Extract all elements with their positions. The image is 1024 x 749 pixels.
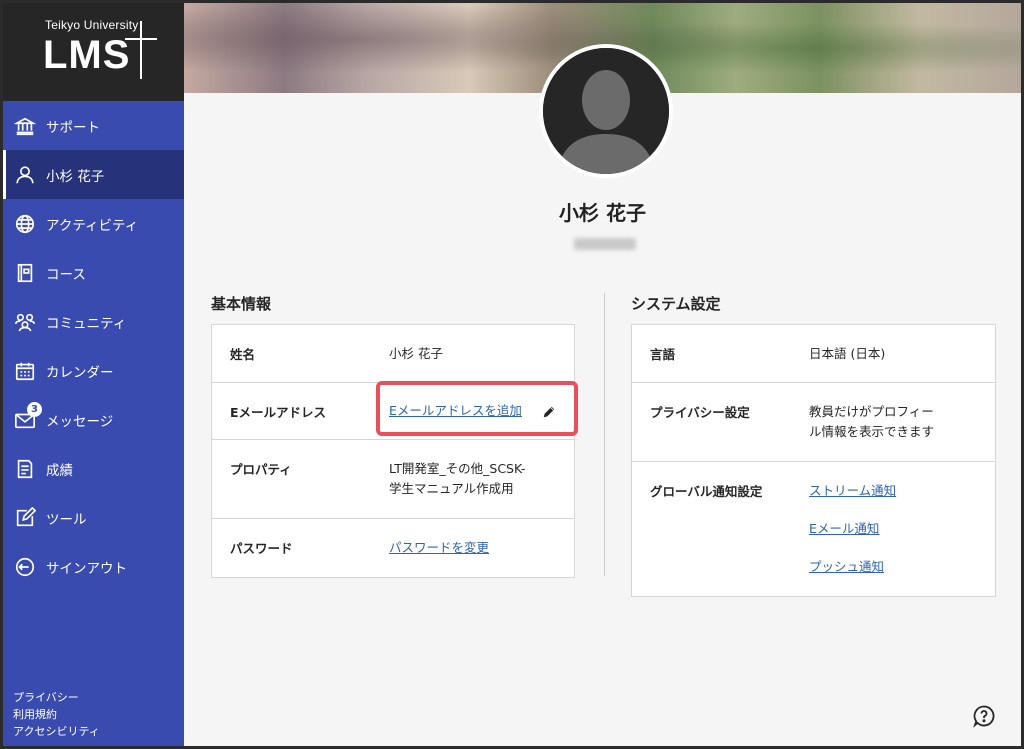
sidebar-item-label: サインアウト — [46, 560, 127, 577]
notifications-label: グローバル通知設定 — [650, 484, 763, 499]
sidebar: Teikyo University LMS サポート 小杉 花子 アクティビティ… — [3, 3, 184, 746]
email-highlight-box — [376, 381, 578, 436]
password-row: パスワード パスワードを変更 — [212, 519, 574, 576]
password-label: パスワード — [230, 541, 293, 556]
sidebar-item-label: メッセージ — [46, 413, 114, 430]
signout-icon — [13, 555, 37, 579]
change-password-link[interactable]: パスワードを変更 — [389, 538, 556, 558]
sidebar-item-label: アクティビティ — [46, 217, 139, 234]
system-settings-heading: システム設定 — [631, 295, 721, 313]
sidebar-item-tools[interactable]: ツール — [3, 493, 184, 542]
basic-info-card: 姓名 小杉 花子 Eメールアドレス Eメールアドレスを追加 プロパティ LT開発… — [211, 324, 575, 578]
avatar[interactable] — [543, 48, 669, 174]
product-name: LMS — [43, 33, 131, 77]
sidebar-item-profile[interactable]: 小杉 花子 — [3, 150, 184, 199]
avatar-frame — [539, 44, 673, 178]
privacy-value-line1: 教員だけがプロフィー — [809, 404, 934, 419]
grades-icon — [13, 457, 37, 481]
username-redacted — [574, 238, 636, 250]
globe-icon — [13, 212, 37, 236]
sidebar-item-courses[interactable]: コース — [3, 248, 184, 297]
sidebar-item-grades[interactable]: 成績 — [3, 444, 184, 493]
sidebar-item-label: ツール — [46, 511, 87, 528]
sidebar-item-activity[interactable]: アクティビティ — [3, 199, 184, 248]
bank-icon — [13, 114, 37, 138]
name-label: 姓名 — [230, 347, 256, 362]
profile-page: 小杉 花子 基本情報 姓名 小杉 花子 Eメールアドレス Eメールアドレスを追加… — [184, 3, 1021, 746]
language-label: 言語 — [650, 347, 676, 362]
privacy-link[interactable]: プライバシー — [13, 689, 100, 706]
email-label: Eメールアドレス — [230, 404, 327, 420]
email-notification-link[interactable]: Eメール通知 — [809, 519, 977, 539]
profile-name: 小杉 花子 — [559, 201, 646, 225]
sidebar-footer: プライバシー 利用規約 アクセシビリティ — [13, 689, 100, 740]
terms-link[interactable]: 利用規約 — [13, 706, 100, 723]
property-value-line1: LT開発室_その他_SCSK- — [389, 461, 526, 476]
sidebar-nav: サポート 小杉 花子 アクティビティ コース コミュニティ カレンダー 3 メッ… — [3, 101, 184, 591]
system-settings-card: 言語 日本語 (日本) プライバシー設定 教員だけがプロフィー ル情報を表示でき… — [631, 324, 996, 597]
name-row: 姓名 小杉 花子 — [212, 325, 574, 383]
help-icon[interactable] — [972, 704, 996, 728]
sidebar-item-label: 小杉 花子 — [46, 168, 105, 185]
privacy-label: プライバシー設定 — [650, 405, 750, 420]
mail-icon: 3 — [13, 401, 42, 432]
property-value-line2: 学生マニュアル作成用 — [389, 481, 514, 496]
sidebar-item-label: サポート — [46, 119, 100, 136]
accessibility-link[interactable]: アクセシビリティ — [13, 723, 100, 740]
notifications-row: グローバル通知設定 ストリーム通知 Eメール通知 プッシュ通知 — [632, 462, 995, 596]
name-value: 小杉 花子 — [389, 345, 443, 361]
unread-count-badge: 3 — [27, 401, 42, 417]
logo-plus-mark-bar — [125, 38, 157, 40]
logo-plus-mark — [140, 21, 142, 79]
app-window: Teikyo University LMS サポート 小杉 花子 アクティビティ… — [0, 0, 1024, 749]
sidebar-item-calendar[interactable]: カレンダー — [3, 346, 184, 395]
sidebar-item-label: 成績 — [46, 462, 73, 479]
sidebar-item-community[interactable]: コミュニティ — [3, 297, 184, 346]
lms-logo[interactable]: Teikyo University LMS — [3, 3, 184, 101]
push-notification-link[interactable]: プッシュ通知 — [809, 557, 977, 577]
stream-notification-link[interactable]: ストリーム通知 — [809, 481, 977, 501]
sidebar-item-label: コース — [46, 266, 86, 283]
user-icon — [13, 163, 37, 187]
property-row: プロパティ LT開発室_その他_SCSK- 学生マニュアル作成用 — [212, 440, 574, 519]
calendar-icon — [13, 359, 37, 383]
privacy-row: プライバシー設定 教員だけがプロフィー ル情報を表示できます — [632, 383, 995, 462]
property-value: LT開発室_その他_SCSK- 学生マニュアル作成用 — [389, 459, 556, 499]
community-icon — [13, 310, 37, 334]
sidebar-item-support[interactable]: サポート — [3, 101, 184, 150]
sidebar-item-label: カレンダー — [46, 364, 114, 381]
default-avatar-icon — [543, 48, 669, 174]
university-name: Teikyo University — [45, 18, 139, 32]
language-row: 言語 日本語 (日本) — [632, 325, 995, 383]
book-icon — [13, 261, 37, 285]
tools-icon — [13, 506, 37, 530]
privacy-value[interactable]: 教員だけがプロフィー ル情報を表示できます — [809, 402, 977, 442]
column-divider — [604, 293, 605, 576]
notifications-links: ストリーム通知 Eメール通知 プッシュ通知 — [809, 481, 977, 577]
sidebar-item-messages[interactable]: 3 メッセージ — [3, 395, 184, 444]
language-value[interactable]: 日本語 (日本) — [809, 344, 977, 364]
sidebar-item-label: コミュニティ — [46, 315, 127, 332]
privacy-value-line2: ル情報を表示できます — [809, 424, 935, 439]
sidebar-item-signout[interactable]: サインアウト — [3, 542, 184, 591]
property-label: プロパティ — [230, 462, 292, 477]
basic-info-heading: 基本情報 — [211, 295, 272, 313]
